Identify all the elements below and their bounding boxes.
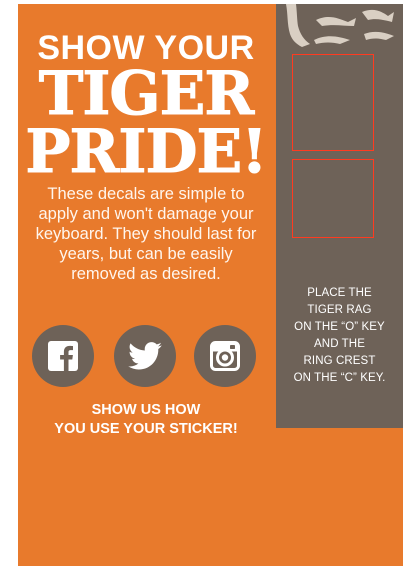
facebook-button[interactable] xyxy=(32,325,94,387)
o-key-sticker-slot xyxy=(292,54,374,151)
headline-pride: PRIDE! xyxy=(25,117,268,187)
instagram-button[interactable] xyxy=(194,325,256,387)
social-buttons xyxy=(32,325,262,389)
instruction-line: RING CREST xyxy=(303,355,376,367)
cta-line-1: SHOW US HOW xyxy=(91,402,201,418)
c-key-sticker-slot xyxy=(292,159,374,238)
promo-card: SHOW YOUR TIGER PRIDE! These decals are … xyxy=(18,4,403,566)
tiger-rag-graphic xyxy=(286,4,394,47)
instruction-line: AND THE xyxy=(314,338,365,350)
headline-tiger: TIGER xyxy=(38,59,255,129)
twitter-icon xyxy=(128,342,162,370)
description-text: These decals are simple to apply and won… xyxy=(35,185,257,283)
cta-line-2: YOU USE YOUR STICKER! xyxy=(54,421,238,437)
twitter-button[interactable] xyxy=(114,325,176,387)
instruction-line: PLACE THE xyxy=(307,287,372,299)
placement-instructions: PLACE THE TIGER RAG ON THE “O” KEY AND T… xyxy=(276,285,403,387)
instruction-line: ON THE “O” KEY xyxy=(294,321,385,333)
call-to-action: SHOW US HOW YOU USE YOUR STICKER! xyxy=(18,401,274,439)
facebook-icon xyxy=(48,341,78,371)
instagram-icon xyxy=(210,341,240,371)
sticker-panel: PLACE THE TIGER RAG ON THE “O” KEY AND T… xyxy=(276,4,403,428)
instruction-line: ON THE “C” KEY. xyxy=(293,372,386,384)
instruction-line: TIGER RAG xyxy=(307,304,372,316)
left-column: SHOW YOUR TIGER PRIDE! These decals are … xyxy=(18,4,274,566)
